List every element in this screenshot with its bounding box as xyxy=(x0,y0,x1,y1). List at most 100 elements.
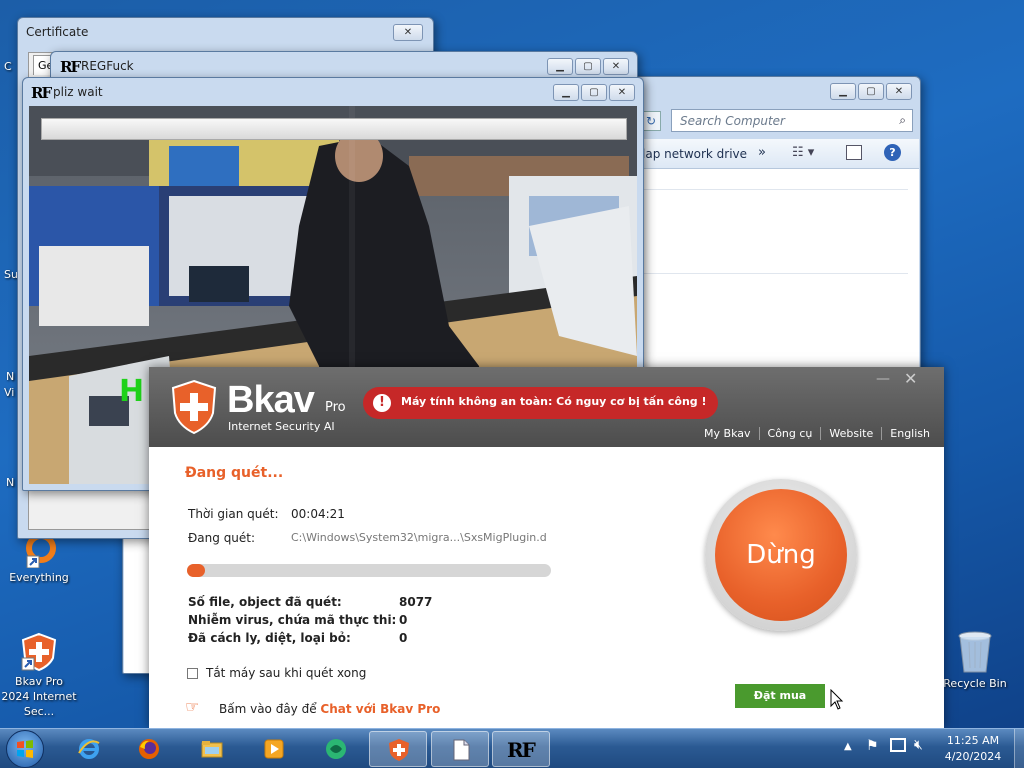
desktop-icon-bkav[interactable]: Bkav Pro 2024 Internet Sec... xyxy=(0,632,78,719)
taskbar-bkav[interactable] xyxy=(369,731,427,767)
shutdown-checkbox[interactable] xyxy=(187,668,198,679)
stat-infected-label: Nhiễm virus, chứa mã thực thi: xyxy=(188,613,397,627)
warning-icon: ! xyxy=(373,394,391,412)
bkav-nav: My Bkav Công cụ Website English xyxy=(696,427,930,440)
stat-infected-value: 0 xyxy=(399,613,408,627)
stat-files-label: Số file, object đã quét: xyxy=(188,595,342,609)
bkav-shield-icon xyxy=(389,739,409,761)
chat-prompt: Bấm vào đây để Chat với Bkav Pro xyxy=(219,702,440,716)
close-button[interactable]: ✕ xyxy=(603,58,629,75)
bkav-edition: Pro xyxy=(325,400,346,415)
show-hidden-icons-button[interactable]: ▲ xyxy=(844,741,852,752)
regfuck-caption-buttons: ▁ ▢ ✕ xyxy=(547,58,629,75)
stat-removed-label: Đã cách ly, diệt, loại bỏ: xyxy=(188,631,351,645)
bkav-brand: Bkav xyxy=(227,379,315,421)
recycle-bin-icon xyxy=(955,630,995,674)
minimize-button[interactable]: ▁ xyxy=(547,58,573,75)
divider xyxy=(644,189,908,190)
taskbar-explorer[interactable] xyxy=(183,731,241,767)
scan-status-heading: Đang quét... xyxy=(185,465,284,481)
toolbar-more-button[interactable]: » xyxy=(758,145,766,160)
green-sphere-icon xyxy=(326,739,346,759)
minimize-button[interactable]: ▁ xyxy=(553,84,579,101)
bkav-body: Đang quét... Thời gian quét: 00:04:21 Đa… xyxy=(149,447,944,728)
security-alert-banner[interactable]: ! Máy tính không an toàn: Có nguy cơ bị … xyxy=(363,387,718,419)
minimize-button[interactable]: ▁ xyxy=(830,83,856,100)
taskbar-regfuck[interactable]: RF xyxy=(492,731,550,767)
mouse-cursor-icon xyxy=(830,689,844,710)
map-network-drive-button[interactable]: lap network drive xyxy=(642,147,747,161)
volume-muted-icon[interactable]: 🔇︎ xyxy=(914,737,923,753)
nav-website[interactable]: Website xyxy=(821,427,883,440)
media-player-icon xyxy=(264,739,284,759)
bkav-window[interactable]: Bkav Pro Internet Security AI ! Máy tính… xyxy=(149,367,944,728)
clock-time: 11:25 AM xyxy=(946,734,1000,747)
window-title: Certificate xyxy=(26,25,89,39)
show-desktop-button[interactable] xyxy=(1014,729,1024,768)
taskbar-app-green[interactable] xyxy=(307,731,365,767)
stat-files-value: 8077 xyxy=(399,595,433,609)
close-button[interactable]: ✕ xyxy=(886,83,912,100)
close-button[interactable]: ✕ xyxy=(393,24,423,41)
pliz-app-icon: RF xyxy=(31,84,52,102)
help-icon[interactable]: ? xyxy=(884,144,901,161)
desktop-icon-everything[interactable]: Everything xyxy=(0,532,78,585)
firefox-icon xyxy=(139,739,159,759)
close-button[interactable]: ✕ xyxy=(904,369,917,388)
taskbar-media-player[interactable] xyxy=(245,731,303,767)
clock-date: 4/20/2024 xyxy=(944,750,1002,763)
maximize-button[interactable]: ▢ xyxy=(581,84,607,101)
buy-button[interactable]: Đặt mua xyxy=(735,684,825,708)
chat-link[interactable]: Chat với Bkav Pro xyxy=(320,702,440,716)
start-button[interactable] xyxy=(6,730,44,768)
search-placeholder: Search Computer xyxy=(680,114,785,128)
desktop-icon-recycle-bin[interactable]: Recycle Bin xyxy=(936,630,1014,691)
refresh-icon[interactable]: ↻ xyxy=(641,111,661,131)
alert-text: Máy tính không an toàn: Có nguy cơ bị tấ… xyxy=(401,395,707,408)
edge-fragment: C xyxy=(4,60,12,73)
nav-english[interactable]: English xyxy=(882,427,930,440)
progress-bar xyxy=(41,118,627,140)
clock[interactable]: 11:25 AM 4/20/2024 xyxy=(940,733,1006,765)
bkav-header: Bkav Pro Internet Security AI ! Máy tính… xyxy=(149,367,944,447)
preview-pane-icon[interactable] xyxy=(846,145,862,160)
chat-prefix: Bấm vào đây để xyxy=(219,702,317,716)
nav-tools[interactable]: Công cụ xyxy=(760,427,822,440)
bkav-tagline: Internet Security AI xyxy=(228,420,335,433)
taskbar-document[interactable] xyxy=(431,731,489,767)
search-input[interactable]: Search Computer ⌕ xyxy=(671,109,913,132)
scan-time-value: 00:04:21 xyxy=(291,507,345,521)
taskbar-ie[interactable] xyxy=(60,731,118,767)
window-title: pliz wait xyxy=(53,85,103,99)
maximize-button[interactable]: ▢ xyxy=(575,58,601,75)
edge-fragment: Su xyxy=(4,268,18,281)
maximize-button[interactable]: ▢ xyxy=(858,83,884,100)
divider xyxy=(644,273,908,274)
taskbar-firefox[interactable] xyxy=(120,731,178,767)
bkav-shield-icon xyxy=(19,632,59,672)
stat-removed-value: 0 xyxy=(399,631,408,645)
pliz-caption-buttons: ▁ ▢ ✕ xyxy=(553,84,635,101)
shutdown-label: Tắt máy sau khi quét xong xyxy=(206,666,367,680)
scanning-label: Đang quét: xyxy=(188,531,256,545)
action-center-flag-icon[interactable]: ⚑ xyxy=(866,738,879,754)
scan-time-label: Thời gian quét: xyxy=(188,507,279,521)
bkav-logo-shield-icon xyxy=(171,379,217,435)
folder-icon xyxy=(201,741,223,758)
nav-my-bkav[interactable]: My Bkav xyxy=(696,427,760,440)
view-options-icon[interactable]: ☷ ▾ xyxy=(792,145,814,160)
desktop-icon-label: Bkav Pro 2024 Internet Sec... xyxy=(1,675,77,718)
network-icon[interactable] xyxy=(890,738,906,752)
scan-progress-track xyxy=(187,564,551,577)
edge-fragment: N xyxy=(6,370,15,383)
search-icon: ⌕ xyxy=(899,113,906,127)
scanning-path: C:\Windows\System32\migra...\SxsMigPlugi… xyxy=(291,531,547,544)
desktop-icon-label: Everything xyxy=(9,571,69,584)
regfuck-taskbar-icon: RF xyxy=(507,738,536,762)
stop-button-ring: Dừng xyxy=(705,479,857,631)
minimize-button[interactable]: — xyxy=(876,371,890,387)
close-button[interactable]: ✕ xyxy=(609,84,635,101)
pointing-hand-icon: ☞ xyxy=(185,697,200,716)
stop-scan-button[interactable]: Dừng xyxy=(715,489,847,621)
taskbar: RF ▲ ⚑ 🔇︎ 11:25 AM 4/20/2024 xyxy=(0,728,1024,768)
